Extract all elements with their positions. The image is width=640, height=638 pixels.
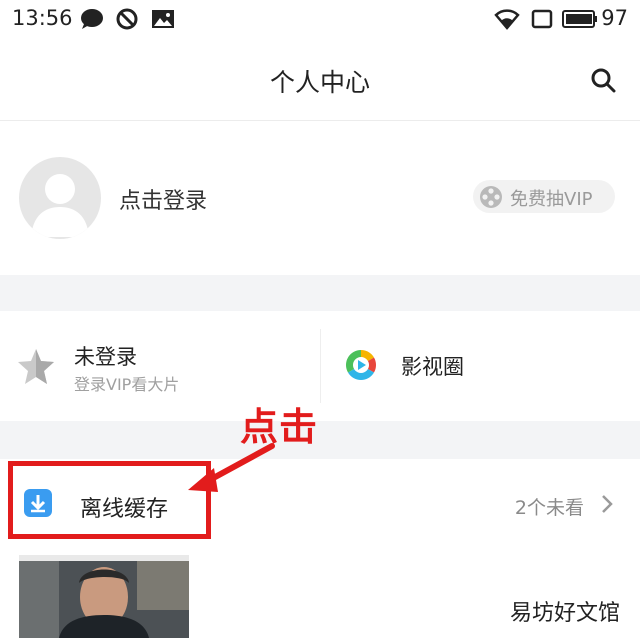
page-title: 个人中心 <box>269 68 370 97</box>
login-link[interactable]: 点击登录 <box>119 183 207 215</box>
signal-icon <box>531 8 553 34</box>
section-divider <box>0 275 640 311</box>
quick-cards: 未登录 登录VIP看大片 影视圈 <box>0 311 640 421</box>
film-reel-icon <box>479 185 503 209</box>
chat-bubble-icon <box>80 8 104 34</box>
chevron-right-icon <box>600 493 614 515</box>
status-time: 13:56 <box>12 6 73 30</box>
star-icon <box>17 347 55 385</box>
status-bar: 13:56 97 <box>0 0 640 40</box>
video-circle-title: 影视圈 <box>401 355 464 379</box>
annotation-label: 点击 <box>240 405 319 449</box>
image-icon <box>151 8 175 34</box>
free-vip-label: 免费抽VIP <box>510 189 593 210</box>
wifi-icon <box>494 8 520 34</box>
do-not-disturb-icon <box>116 8 138 34</box>
battery-icon <box>562 8 598 34</box>
search-icon[interactable] <box>590 67 616 93</box>
highlight-box <box>8 461 211 539</box>
member-status-subtitle: 登录VIP看大片 <box>74 375 180 394</box>
unwatched-count: 2个未看 <box>514 497 584 519</box>
watermark: 易坊好文馆 <box>505 594 624 628</box>
member-status-title: 未登录 <box>74 345 137 369</box>
avatar[interactable] <box>19 157 101 239</box>
free-vip-button[interactable]: 免费抽VIP <box>473 180 615 213</box>
profile-section: 点击登录 免费抽VIP <box>0 121 640 275</box>
section-divider <box>0 421 640 459</box>
video-circle-card[interactable]: 影视圈 <box>321 311 640 421</box>
page-header: 个人中心 <box>0 40 640 121</box>
play-circle-icon <box>345 349 377 381</box>
battery-percent: 97 <box>601 6 628 30</box>
video-thumbnail[interactable] <box>19 555 189 638</box>
